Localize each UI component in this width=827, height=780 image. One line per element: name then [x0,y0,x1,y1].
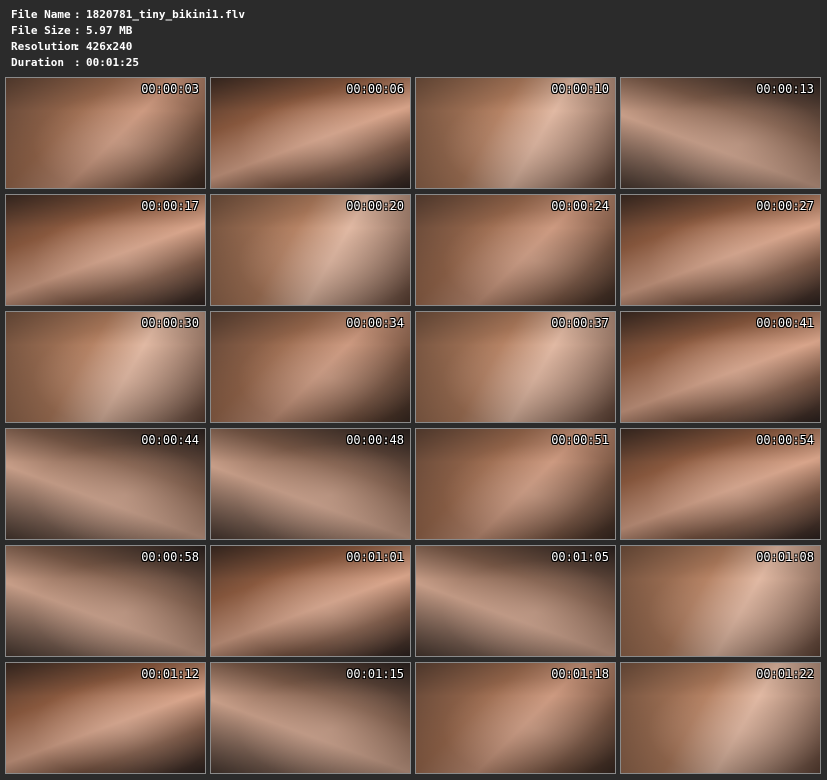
thumbnail-frame: 00:00:20 [210,194,411,306]
thumbnail-frame: 00:01:01 [210,545,411,657]
timestamp-label: 00:01:08 [756,550,814,564]
thumbnail-frame: 00:01:18 [415,662,616,774]
timestamp-label: 00:00:10 [551,82,609,96]
timestamp-label: 00:00:41 [756,316,814,330]
thumbnail-frame: 00:00:27 [620,194,821,306]
timestamp-label: 00:01:12 [141,667,199,681]
timestamp-label: 00:01:05 [551,550,609,564]
thumbnail-frame: 00:01:12 [5,662,206,774]
thumbnail-frame: 00:00:41 [620,311,821,423]
timestamp-label: 00:00:17 [141,199,199,213]
timestamp-label: 00:01:18 [551,667,609,681]
timestamp-label: 00:00:03 [141,82,199,96]
thumbnail-frame: 00:00:34 [210,311,411,423]
thumbnail-frame: 00:00:30 [5,311,206,423]
file-name-value: 1820781_tiny_bikini1.flv [86,8,245,21]
timestamp-label: 00:00:37 [551,316,609,330]
thumbnail-frame: 00:01:22 [620,662,821,774]
duration-value: 00:01:25 [86,56,139,69]
timestamp-label: 00:00:51 [551,433,609,447]
timestamp-label: 00:00:44 [141,433,199,447]
file-name-row: File Name : 1820781_tiny_bikini1.flv [11,7,245,23]
timestamp-label: 00:00:48 [346,433,404,447]
file-size-row: File Size : 5.97 MB [11,23,245,39]
thumbnail-frame: 00:00:06 [210,77,411,189]
file-name-label: File Name [11,8,71,21]
timestamp-label: 00:01:01 [346,550,404,564]
thumbnail-frame: 00:00:44 [5,428,206,540]
timestamp-label: 00:00:06 [346,82,404,96]
timestamp-label: 00:00:34 [346,316,404,330]
timestamp-label: 00:00:58 [141,550,199,564]
timestamp-label: 00:00:54 [756,433,814,447]
thumbnail-frame: 00:00:48 [210,428,411,540]
thumbnail-frame: 00:01:15 [210,662,411,774]
contact-sheet: File Name : 1820781_tiny_bikini1.flv Fil… [0,0,827,780]
timestamp-label: 00:00:24 [551,199,609,213]
thumbnail-frame: 00:00:17 [5,194,206,306]
separator: : [74,56,81,69]
resolution-row: Resolution : 426x240 [11,39,245,55]
file-info-panel: File Name : 1820781_tiny_bikini1.flv Fil… [11,7,245,71]
thumbnail-grid: 00:00:03 00:00:06 00:00:10 00:00:13 00:0… [5,77,821,774]
resolution-label: Resolution [11,40,78,53]
duration-label: Duration [11,56,64,69]
timestamp-label: 00:01:22 [756,667,814,681]
thumbnail-frame: 00:00:54 [620,428,821,540]
separator: : [74,24,81,37]
timestamp-label: 00:00:20 [346,199,404,213]
file-size-value: 5.97 MB [86,24,133,37]
thumbnail-frame: 00:00:03 [5,77,206,189]
timestamp-label: 00:00:30 [141,316,199,330]
thumbnail-frame: 00:01:08 [620,545,821,657]
thumbnail-frame: 00:01:05 [415,545,616,657]
separator: : [74,8,81,21]
thumbnail-frame: 00:00:51 [415,428,616,540]
file-size-label: File Size [11,24,71,37]
duration-row: Duration : 00:01:25 [11,55,245,71]
separator: : [74,40,81,53]
thumbnail-frame: 00:00:13 [620,77,821,189]
thumbnail-frame: 00:00:58 [5,545,206,657]
thumbnail-frame: 00:00:10 [415,77,616,189]
timestamp-label: 00:01:15 [346,667,404,681]
thumbnail-frame: 00:00:24 [415,194,616,306]
timestamp-label: 00:00:27 [756,199,814,213]
timestamp-label: 00:00:13 [756,82,814,96]
thumbnail-frame: 00:00:37 [415,311,616,423]
resolution-value: 426x240 [86,40,133,53]
